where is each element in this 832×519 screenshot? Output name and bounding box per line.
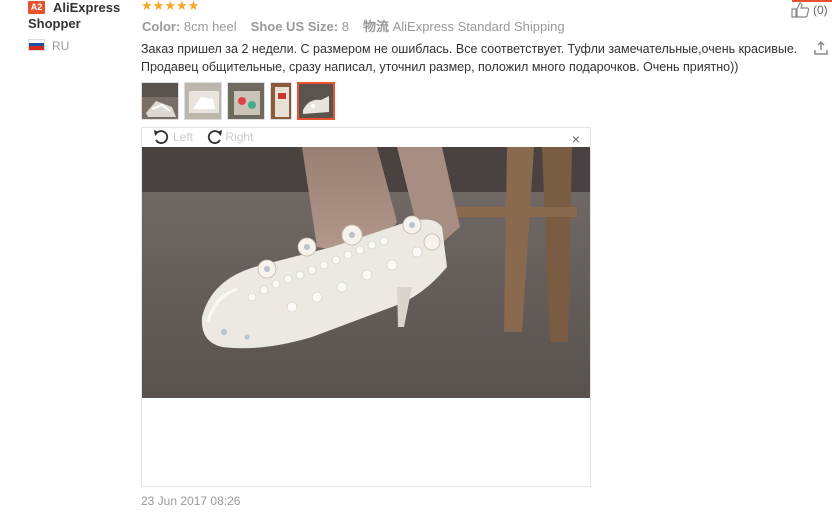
- photo-thumbnail[interactable]: [227, 82, 265, 120]
- country-code: RU: [52, 39, 70, 53]
- rotate-right-label: Right: [225, 130, 254, 144]
- rotate-left-icon: [154, 130, 169, 144]
- attr-label-size: Shoe US Size:: [250, 19, 339, 34]
- rotate-right-button[interactable]: Right: [204, 129, 253, 145]
- like-count: (0): [813, 3, 828, 17]
- star-icon: ★: [164, 0, 176, 13]
- attr-value-size: 8: [341, 19, 349, 34]
- photo-viewer: Left Right ×: [141, 127, 591, 487]
- attr-label-color: Color:: [142, 19, 181, 34]
- photo-thumbnail[interactable]: [141, 82, 179, 120]
- rotate-left-button[interactable]: Left: [152, 129, 193, 145]
- attr-value-color: 8cm heel: [183, 19, 237, 34]
- review-date: 23 Jun 2017 08:26: [141, 494, 241, 508]
- review-text: Заказ пришел за 2 недели. С размером не …: [141, 42, 798, 74]
- photo-thumbnails: [141, 82, 340, 120]
- star-icon: ★: [141, 0, 153, 13]
- attr-label-shipping: 物流: [362, 19, 389, 34]
- rating-stars: ★ ★ ★ ★ ★: [141, 0, 199, 12]
- thumbs-up-icon: [791, 2, 810, 18]
- star-icon: ★: [175, 0, 188, 13]
- photo-thumbnail[interactable]: [184, 82, 222, 120]
- order-attributes: Color: 8cm heel Shoe US Size: 8 物流 AliExpr…: [142, 18, 565, 36]
- rotate-left-label: Left: [173, 130, 194, 144]
- reviewer-country: RU: [28, 38, 69, 54]
- close-icon[interactable]: ×: [572, 132, 580, 146]
- star-icon: ★: [152, 0, 165, 13]
- reviewer-name: AliExpress Shopper: [28, 0, 121, 31]
- share-icon: [814, 40, 828, 55]
- share-button[interactable]: [813, 40, 829, 61]
- viewer-toolbar: Left Right: [152, 129, 261, 149]
- star-icon: ★: [187, 0, 200, 13]
- rotate-right-icon: [208, 130, 223, 144]
- attr-value-shipping: AliExpress Standard Shipping: [392, 19, 565, 34]
- russia-flag-icon: [28, 39, 45, 51]
- photo-thumbnail[interactable]: [270, 82, 292, 120]
- review-photo: [142, 147, 590, 398]
- helpful-button[interactable]: (0): [791, 1, 828, 19]
- photo-thumbnail-selected[interactable]: [297, 82, 335, 120]
